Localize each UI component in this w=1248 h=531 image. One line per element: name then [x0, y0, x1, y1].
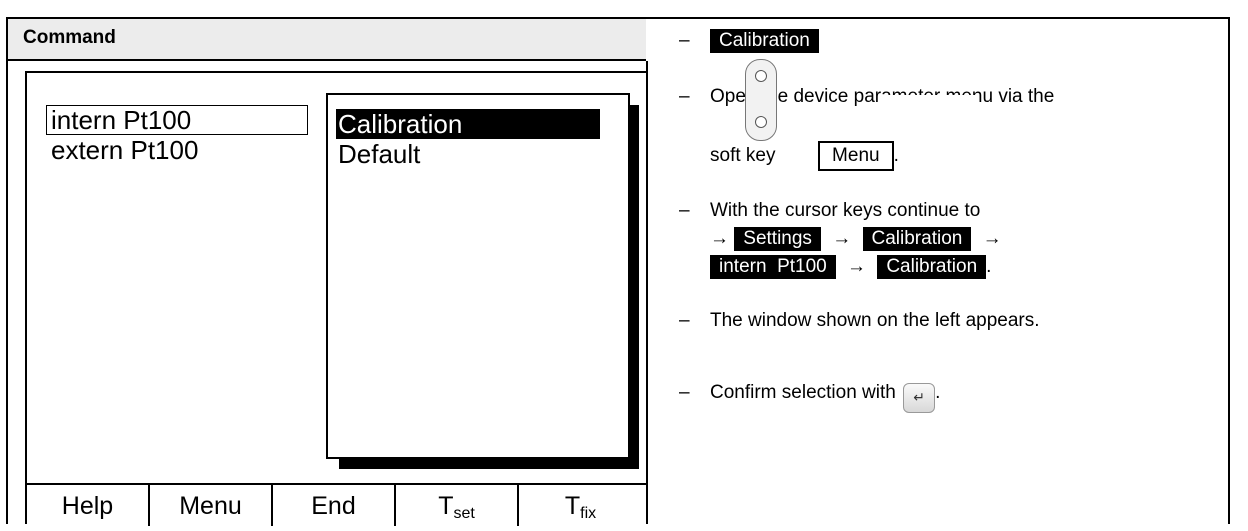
bullet-dash: –: [679, 310, 690, 331]
arrow-icon: →: [847, 256, 867, 277]
softkey-bar: Help Menu End Tset Tfix: [27, 483, 646, 526]
step1-suffix: .: [893, 145, 899, 166]
bullet-dash: –: [679, 30, 690, 51]
softkey-tfix[interactable]: Tfix: [519, 485, 642, 526]
step2-text: With the cursor keys continue to: [710, 200, 981, 221]
softkey-help[interactable]: Help: [27, 485, 150, 526]
step1-prefix: soft key: [710, 145, 776, 166]
popup-option-default[interactable]: Default: [336, 139, 420, 169]
softkey-menu-label: Menu: [179, 492, 242, 520]
bullet-dash: –: [679, 200, 690, 221]
softkey-end-label: End: [311, 492, 356, 520]
instruction-table: Command intern Pt100 extern Pt100 Calibr…: [6, 17, 1230, 526]
arrow-icon: →: [832, 228, 852, 249]
softkey-tfix-label: T: [564, 492, 581, 520]
popup-option-calibration[interactable]: Calibration: [336, 109, 600, 139]
step3-text: The window shown on the left appears.: [710, 310, 1040, 331]
softkey-menu[interactable]: Menu: [150, 485, 273, 526]
step4-text: Confirm selection with: [710, 382, 896, 403]
softkey-icon-upper-dot: [755, 70, 767, 82]
path-settings: Settings: [734, 227, 821, 251]
softkey-tfix-subscript: fix: [580, 505, 597, 522]
softkey-icon-lower-dot: [755, 116, 767, 128]
softkey-tset-subscript: set: [453, 505, 475, 522]
list-item-intern-pt100[interactable]: intern Pt100: [46, 105, 308, 135]
arrow-icon: →: [982, 228, 1002, 249]
bullet-dash: –: [679, 382, 690, 403]
title-highlight: Calibration: [710, 29, 819, 53]
bullet-dash: –: [679, 86, 690, 107]
step2-period: .: [986, 256, 992, 277]
softkey-tset[interactable]: Tset: [396, 485, 519, 526]
blank-box: [881, 95, 979, 131]
softkey-icon: [745, 59, 777, 141]
device-display: intern Pt100 extern Pt100 Calibration De…: [25, 71, 646, 526]
softkey-tset-label: T: [438, 492, 454, 520]
list-item-extern-pt100[interactable]: extern Pt100: [46, 135, 198, 165]
enter-key-icon: ↵: [903, 383, 936, 413]
calibration-popup: Calibration Default: [326, 93, 630, 459]
softkey-end[interactable]: End: [273, 485, 396, 526]
path-calibration-2: Calibration: [877, 255, 987, 279]
instructions-column: – Calibration – Open the device paramete…: [648, 19, 1228, 524]
command-label: Command: [23, 27, 116, 48]
softkey-help-label: Help: [61, 492, 114, 520]
path-intern-pt100: intern Pt100: [710, 255, 836, 279]
arrow-icon: →: [710, 228, 729, 249]
menu-key-label: Menu: [818, 141, 894, 171]
step4-period: .: [935, 382, 941, 403]
path-calibration: Calibration: [862, 227, 972, 251]
command-header: Command: [8, 19, 646, 61]
